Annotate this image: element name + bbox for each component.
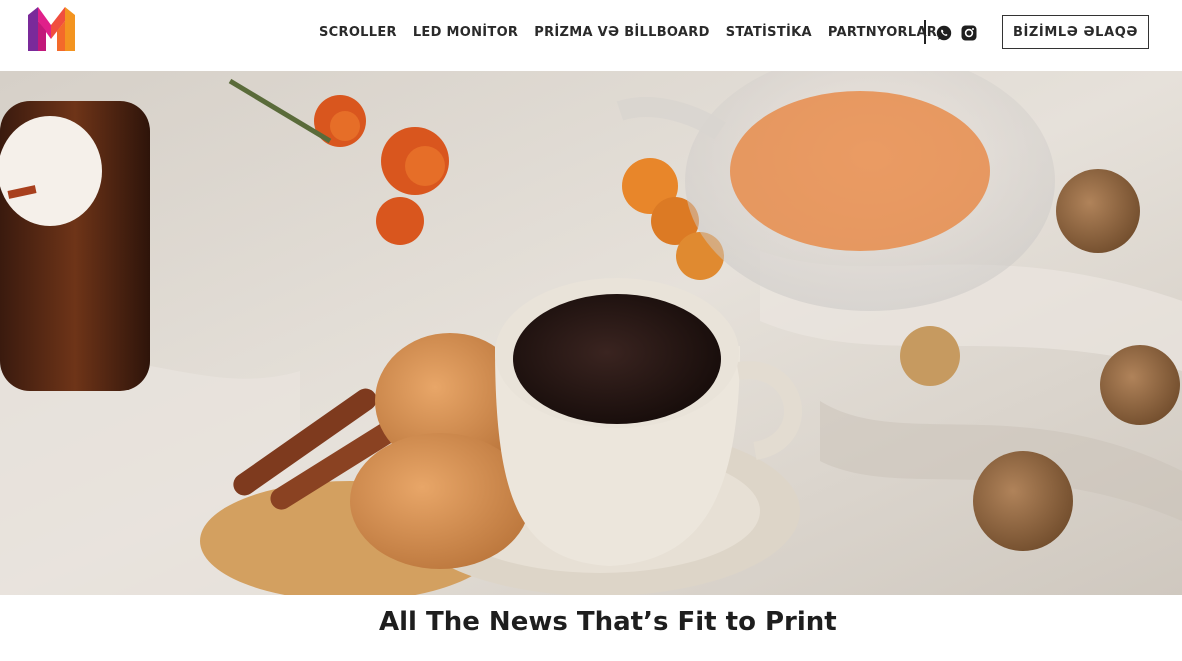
instagram-icon xyxy=(961,25,977,41)
page-headline: All The News That’s Fit to Print xyxy=(379,607,837,637)
logo[interactable] xyxy=(28,7,75,51)
hero-image xyxy=(0,71,1182,595)
site-header: SCROLLER LED MONİTOR PRİZMA VƏ BİLLBOARD… xyxy=(0,0,1182,71)
whatsapp-link[interactable] xyxy=(936,25,952,41)
nav-divider xyxy=(924,20,926,44)
nav-item-prizma-billboard[interactable]: PRİZMA VƏ BİLLBOARD xyxy=(534,25,709,40)
nav-item-partnyorlar[interactable]: PARTNYORLAR xyxy=(828,25,937,40)
instagram-link[interactable] xyxy=(961,25,977,41)
nav-item-scroller[interactable]: SCROLLER xyxy=(319,25,397,40)
nav-item-statistika[interactable]: STATİSTİKA xyxy=(726,25,812,40)
m-logo-icon xyxy=(28,7,75,51)
main-nav: SCROLLER LED MONİTOR PRİZMA VƏ BİLLBOARD… xyxy=(319,23,937,41)
contact-button[interactable]: BİZİMLƏ ƏLAQƏ xyxy=(1002,15,1149,49)
coffee-cookies-teapot-photo xyxy=(0,71,1182,595)
nav-item-led-monitor[interactable]: LED MONİTOR xyxy=(413,25,518,40)
whatsapp-icon xyxy=(936,25,952,41)
